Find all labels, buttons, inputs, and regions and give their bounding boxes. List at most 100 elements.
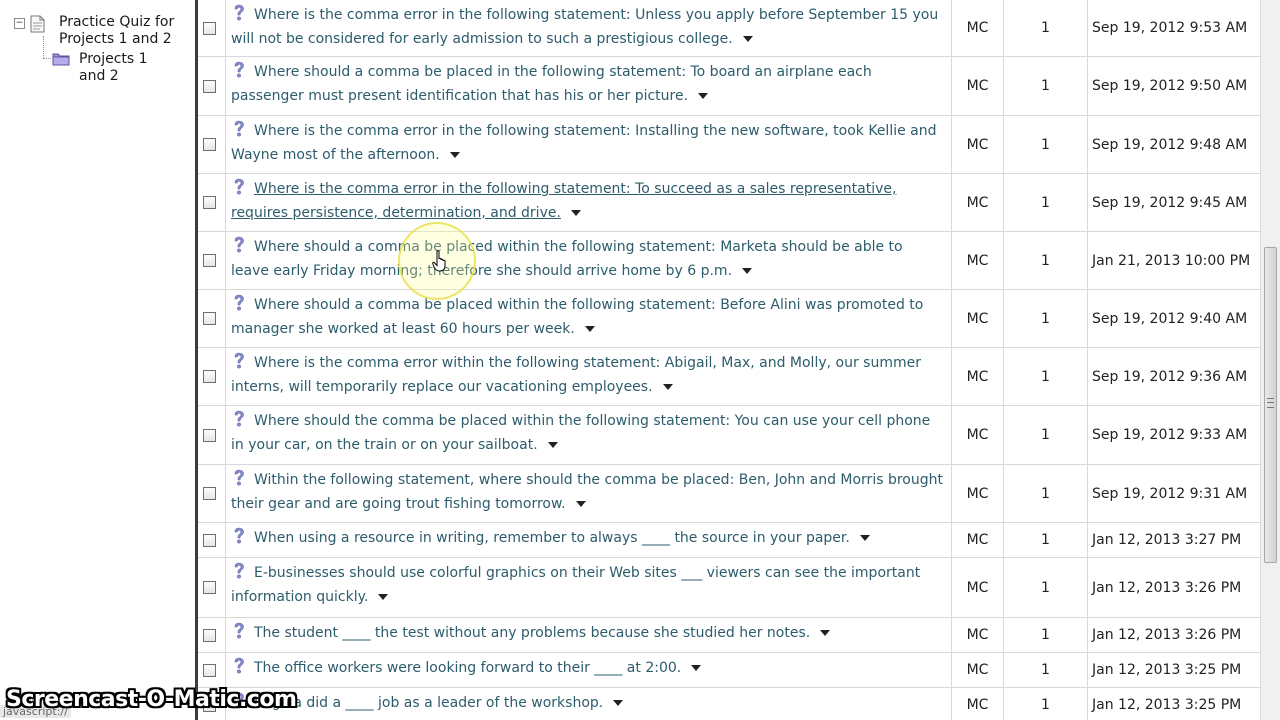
question-type: MC [952,174,1004,231]
question-link[interactable]: E-businesses should use colorful graphic… [231,561,943,609]
table-row: Where is the comma error in the followin… [198,116,1260,174]
row-checkbox[interactable] [203,80,216,93]
checkbox-cell [198,465,226,522]
row-checkbox[interactable] [203,22,216,35]
question-link[interactable]: Where is the comma error within the foll… [231,351,943,399]
question-cell: Regina did a ____ job as a leader of the… [226,688,952,720]
question-points: 1 [1004,688,1088,720]
question-link[interactable]: The student ____ the test without any pr… [231,621,943,645]
question-cell: Where should a comma be placed in the fo… [226,57,952,115]
question-type: MC [952,465,1004,522]
checkbox-cell [198,232,226,289]
row-checkbox[interactable] [203,581,216,594]
row-checkbox[interactable] [203,534,216,547]
chevron-down-icon[interactable] [698,93,709,99]
question-link[interactable]: Where should the comma be placed within … [231,409,943,457]
question-type: MC [952,57,1004,115]
vertical-scrollbar[interactable] [1260,0,1280,720]
question-link[interactable]: Where is the comma error in the followin… [231,3,943,51]
checkbox-cell [198,174,226,231]
chevron-down-icon[interactable] [820,630,831,636]
chevron-down-icon[interactable] [570,210,581,216]
question-link[interactable]: Where is the comma error in the followin… [231,119,943,167]
last-modified-date: Jan 12, 2013 3:26 PM [1092,627,1242,643]
question-points: 1 [1004,0,1088,56]
question-link[interactable]: Where should a comma be placed within th… [231,293,943,341]
chevron-down-icon[interactable] [742,268,753,274]
question-text: When using a resource in writing, rememb… [254,530,850,546]
last-modified-date: Sep 19, 2012 9:36 AM [1092,368,1248,385]
question-link[interactable]: Where should a comma be placed within th… [231,235,943,283]
question-cell: Where is the comma error in the followin… [226,0,952,56]
question-points: 1 [1004,348,1088,405]
chevron-down-icon[interactable] [575,501,586,507]
question-link[interactable]: Where is the comma error in the followin… [231,177,943,225]
question-text: Where should a comma be placed within th… [231,297,924,337]
navigation-tree: − Practice Quiz for Projects 1 and 2 Pro… [0,0,195,720]
question-link[interactable]: Where should a comma be placed in the fo… [231,60,943,108]
question-cell: The office workers were looking forward … [226,653,952,687]
row-checkbox[interactable] [203,138,216,151]
question-text: E-businesses should use colorful graphic… [231,565,921,605]
question-cell: Where is the comma error in the followin… [226,116,952,173]
chevron-down-icon[interactable] [584,326,595,332]
last-modified-date: Jan 12, 2013 3:26 PM [1092,579,1242,596]
row-checkbox[interactable] [203,664,216,677]
table-row: Where is the comma error in the followin… [198,0,1260,57]
tree-item-label: Practice Quiz for Projects 1 and 2 [59,14,175,47]
question-points: 1 [1004,653,1088,687]
tree-item-projects[interactable]: Projects 1 and 2 [52,51,169,85]
chevron-down-icon[interactable] [547,442,558,448]
chevron-down-icon[interactable] [613,700,624,706]
row-checkbox[interactable] [203,629,216,642]
chevron-down-icon[interactable] [378,594,389,600]
chevron-down-icon[interactable] [691,665,702,671]
checkbox-cell [198,116,226,173]
question-type: MC [952,653,1004,687]
question-points: 1 [1004,465,1088,522]
question-cell: Where is the comma error in the followin… [226,174,952,231]
tree-item-practice-quiz[interactable]: Practice Quiz for Projects 1 and 2 [30,14,189,48]
row-checkbox[interactable] [203,196,216,209]
last-modified-date: Sep 19, 2012 9:33 AM [1092,427,1248,443]
row-checkbox[interactable] [203,254,216,267]
chevron-down-icon[interactable] [662,384,673,390]
collapse-toggle-icon[interactable]: − [14,18,25,29]
checkbox-cell [198,558,226,617]
checkbox-cell [198,0,226,56]
question-points: 1 [1004,116,1088,173]
question-link[interactable]: Within the following statement, where sh… [231,468,943,516]
last-modified-date: Jan 12, 2013 3:27 PM [1092,532,1242,548]
row-checkbox[interactable] [203,370,216,383]
chevron-down-icon[interactable] [742,36,753,42]
question-text: The student ____ the test without any pr… [254,625,811,641]
tree-connector [43,36,44,58]
row-checkbox[interactable] [203,487,216,500]
row-checkbox[interactable] [203,312,216,325]
question-type: MC [952,406,1004,464]
question-table: Where is the comma error in the followin… [198,0,1260,720]
chevron-down-icon[interactable] [449,152,460,158]
question-cell: Where should a comma be placed within th… [226,232,952,289]
last-modified-date: Sep 19, 2012 9:48 AM [1092,136,1248,153]
question-text: Where is the comma error in the followin… [231,7,939,47]
question-link[interactable]: When using a resource in writing, rememb… [231,526,943,550]
question-link[interactable]: The office workers were looking forward … [231,656,943,680]
chevron-down-icon[interactable] [859,535,870,541]
checkbox-cell [198,57,226,115]
checkbox-cell [198,618,226,652]
question-points: 1 [1004,232,1088,289]
question-text: Regina did a ____ job as a leader of the… [254,695,604,711]
table-row: The office workers were looking forward … [198,653,1260,688]
question-points: 1 [1004,290,1088,347]
question-text: Where should a comma be placed in the fo… [231,64,872,104]
table-row: Where should a comma be placed within th… [198,290,1260,348]
question-points: 1 [1004,523,1088,557]
last-modified-date: Jan 21, 2013 10:00 PM [1092,252,1251,269]
question-type: MC [952,348,1004,405]
row-checkbox[interactable] [203,429,216,442]
question-text: The office workers were looking forward … [254,660,682,676]
question-link[interactable]: Regina did a ____ job as a leader of the… [231,691,943,715]
scrollbar-thumb[interactable] [1264,247,1277,563]
question-text: Where is the comma error in the followin… [231,181,897,221]
